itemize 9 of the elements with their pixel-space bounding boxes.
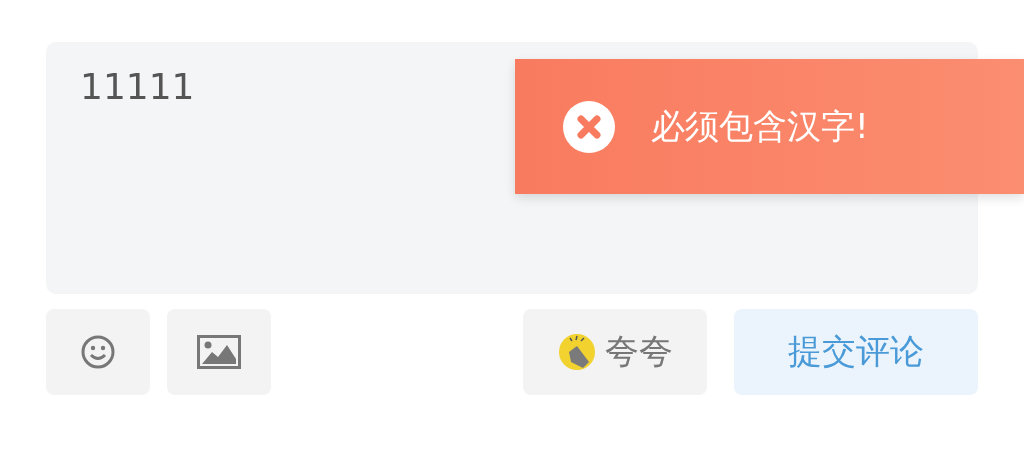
image-button[interactable] (167, 309, 271, 395)
image-icon (197, 335, 241, 369)
toast-message: 必须包含汉字! (651, 104, 869, 148)
error-icon (563, 100, 615, 153)
clapping-hand-icon (557, 332, 597, 372)
submit-button[interactable]: 提交评论 (734, 309, 978, 395)
praise-button[interactable]: 夸夸 (523, 309, 707, 395)
smiley-icon (80, 334, 116, 370)
emoji-button[interactable] (46, 309, 150, 395)
